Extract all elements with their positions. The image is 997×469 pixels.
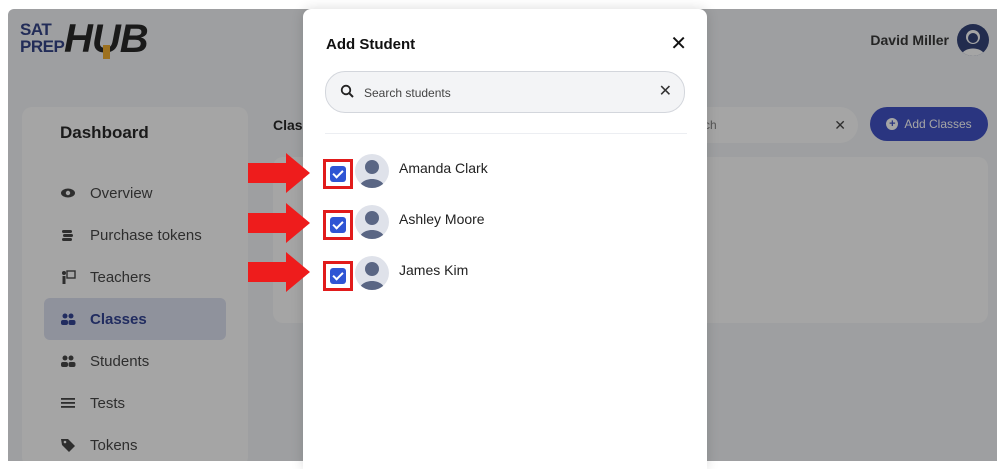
modal-title: Add Student: [326, 36, 416, 53]
student-row-amanda-clark[interactable]: Amanda Clark: [323, 153, 488, 189]
red-arrow-icon: [248, 153, 310, 193]
divider: [325, 133, 687, 134]
close-icon[interactable]: ✕: [670, 31, 687, 56]
clear-search-icon[interactable]: ✕: [659, 81, 672, 101]
student-row-ashley-moore[interactable]: Ashley Moore: [323, 204, 485, 240]
student-name: Amanda Clark: [399, 160, 488, 176]
student-checkbox[interactable]: [330, 216, 346, 233]
highlight-box: [323, 209, 353, 240]
red-arrow-icon: [248, 252, 310, 292]
student-avatar-icon: [355, 154, 389, 188]
add-student-modal: Add Student ✕ ✕ Amanda Clark Ashley Moor…: [303, 9, 707, 469]
student-name: Ashley Moore: [399, 211, 485, 227]
student-search-field[interactable]: ✕: [325, 71, 685, 113]
student-row-james-kim[interactable]: James Kim: [323, 255, 468, 291]
highlight-box: [323, 260, 353, 291]
student-search-input[interactable]: [362, 82, 656, 104]
highlight-box: [323, 158, 353, 189]
student-checkbox[interactable]: [330, 165, 346, 182]
student-name: James Kim: [399, 262, 469, 278]
red-arrow-icon: [248, 203, 310, 243]
student-avatar-icon: [355, 205, 389, 239]
student-checkbox[interactable]: [330, 267, 346, 284]
student-avatar-icon: [355, 256, 389, 290]
search-icon: [340, 84, 354, 98]
